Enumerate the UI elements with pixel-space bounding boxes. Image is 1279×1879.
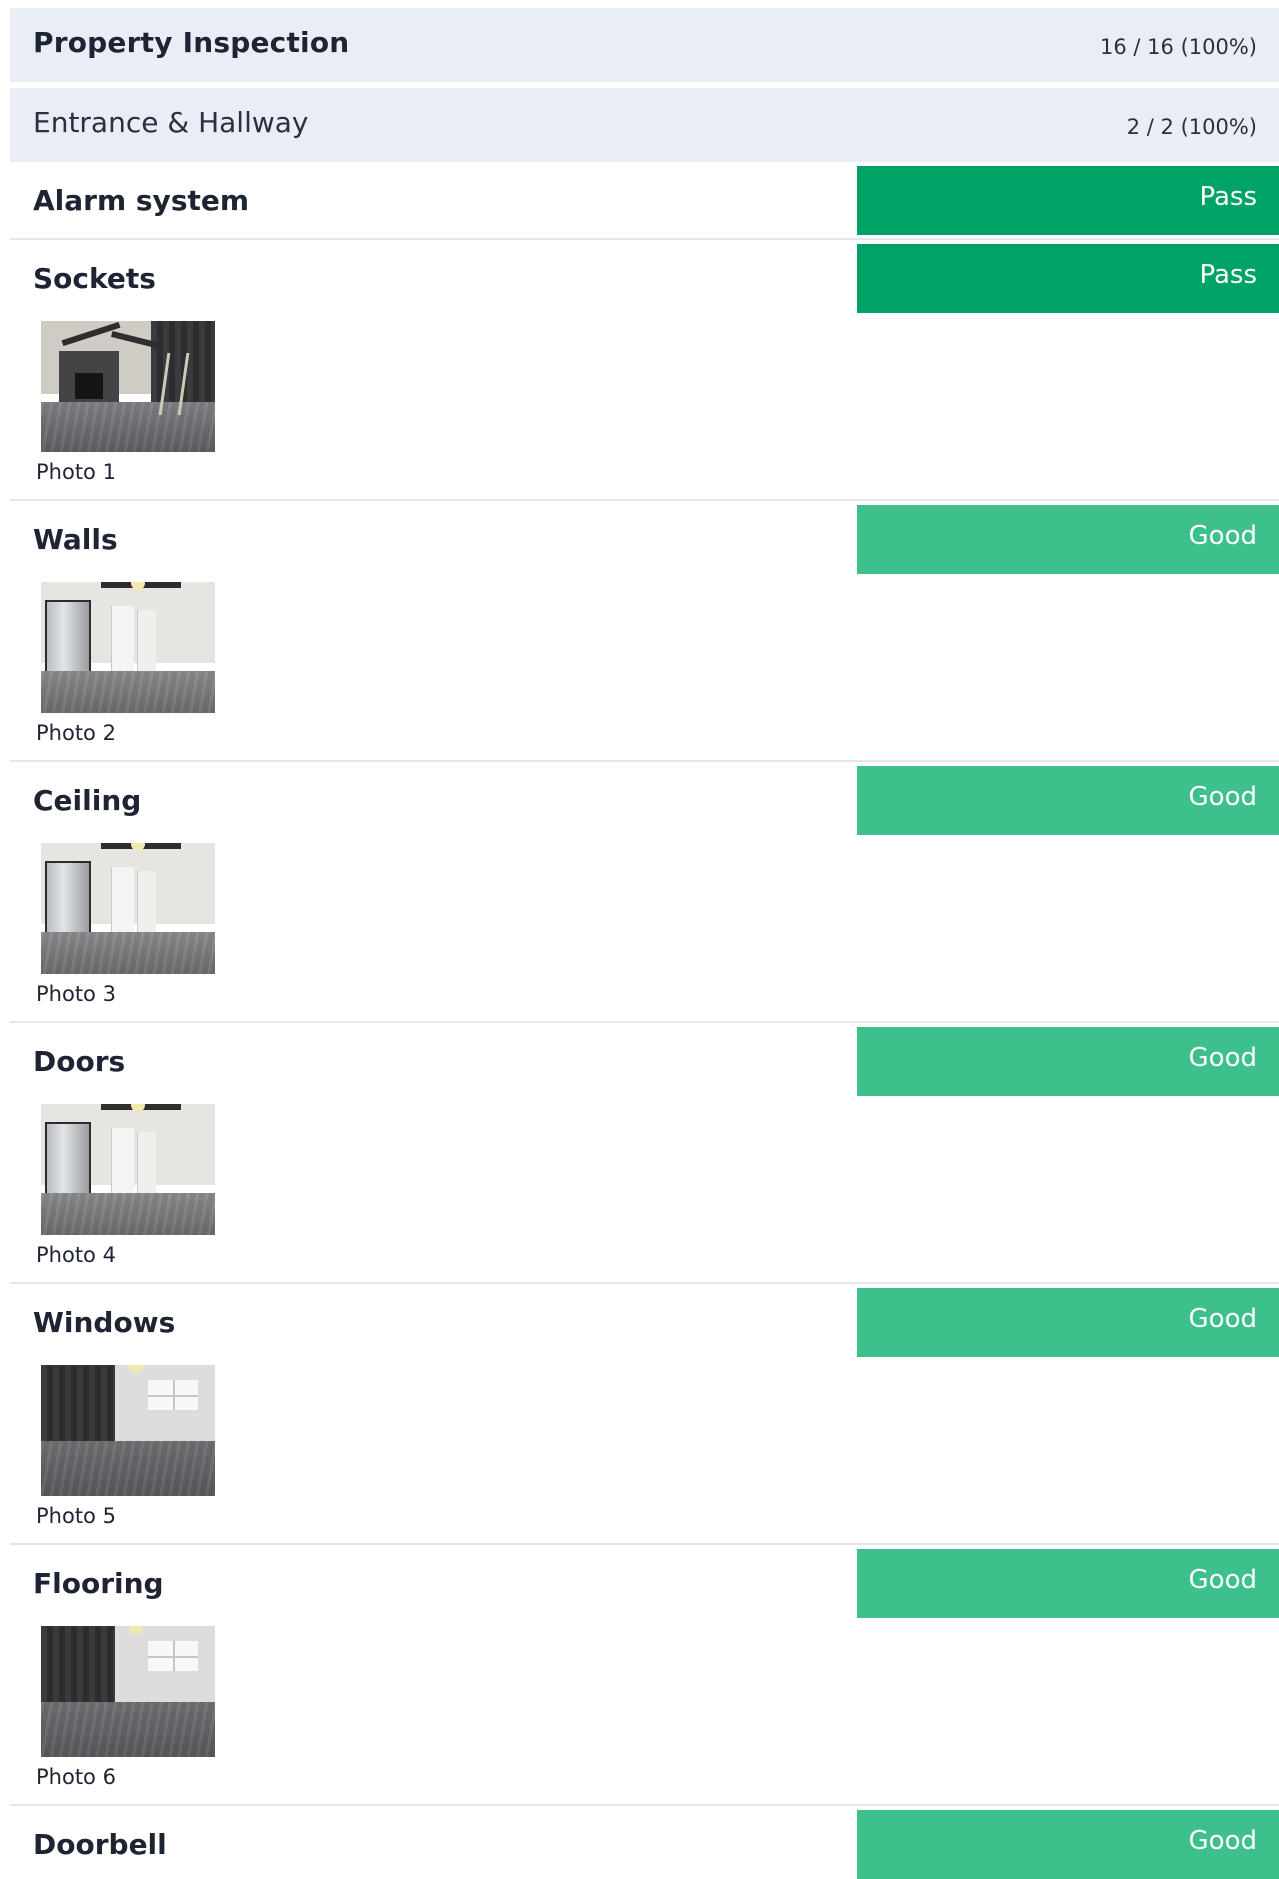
inspection-item-sockets[interactable]: Sockets Pass Photo 1	[10, 240, 1279, 501]
item-label: Doorbell	[33, 1828, 167, 1861]
status-badge-pass[interactable]: Pass	[857, 166, 1279, 235]
status-badge-good[interactable]: Good	[857, 505, 1279, 574]
report-header[interactable]: Property Inspection 16 / 16 (100%)	[10, 8, 1279, 82]
section-title: Entrance & Hallway	[33, 106, 309, 139]
status-badge-good[interactable]: Good	[857, 1810, 1279, 1879]
report-progress-count: 16 / 16 (100%)	[1100, 35, 1257, 59]
photo-caption: Photo 4	[36, 1243, 116, 1267]
photo-thumbnail-6[interactable]	[41, 1626, 215, 1757]
photo-thumbnail-3[interactable]	[41, 843, 215, 974]
inspection-item-flooring[interactable]: Flooring Good Photo 6	[10, 1545, 1279, 1806]
section-header-entrance-hallway[interactable]: Entrance & Hallway 2 / 2 (100%)	[10, 88, 1279, 162]
photo-caption: Photo 6	[36, 1765, 116, 1789]
item-label: Alarm system	[33, 184, 250, 217]
inspection-item-windows[interactable]: Windows Good Photo 5	[10, 1284, 1279, 1545]
inspection-item-walls[interactable]: Walls Good Photo 2	[10, 501, 1279, 762]
photo-thumbnail-2[interactable]	[41, 582, 215, 713]
report-title: Property Inspection	[33, 26, 350, 59]
status-badge-pass[interactable]: Pass	[857, 244, 1279, 313]
item-label: Sockets	[33, 262, 156, 295]
photo-caption: Photo 5	[36, 1504, 116, 1528]
photo-caption: Photo 3	[36, 982, 116, 1006]
photo-thumbnail-1[interactable]	[41, 321, 215, 452]
inspection-item-doors[interactable]: Doors Good Photo 4	[10, 1023, 1279, 1284]
photo-caption: Photo 1	[36, 460, 116, 484]
item-label: Walls	[33, 523, 118, 556]
inspection-item-doorbell[interactable]: Doorbell Good	[10, 1806, 1279, 1879]
status-badge-good[interactable]: Good	[857, 766, 1279, 835]
item-label: Windows	[33, 1306, 176, 1339]
status-badge-good[interactable]: Good	[857, 1549, 1279, 1618]
status-badge-good[interactable]: Good	[857, 1288, 1279, 1357]
photo-thumbnail-5[interactable]	[41, 1365, 215, 1496]
photo-thumbnail-4[interactable]	[41, 1104, 215, 1235]
item-label: Doors	[33, 1045, 126, 1078]
section-progress-count: 2 / 2 (100%)	[1126, 115, 1257, 139]
inspection-item-ceiling[interactable]: Ceiling Good Photo 3	[10, 762, 1279, 1023]
photo-caption: Photo 2	[36, 721, 116, 745]
status-badge-good[interactable]: Good	[857, 1027, 1279, 1096]
inspection-report: Property Inspection 16 / 16 (100%) Entra…	[10, 8, 1279, 1879]
item-label: Flooring	[33, 1567, 164, 1600]
item-label: Ceiling	[33, 784, 142, 817]
inspection-item-alarm-system[interactable]: Alarm system Pass	[10, 162, 1279, 240]
